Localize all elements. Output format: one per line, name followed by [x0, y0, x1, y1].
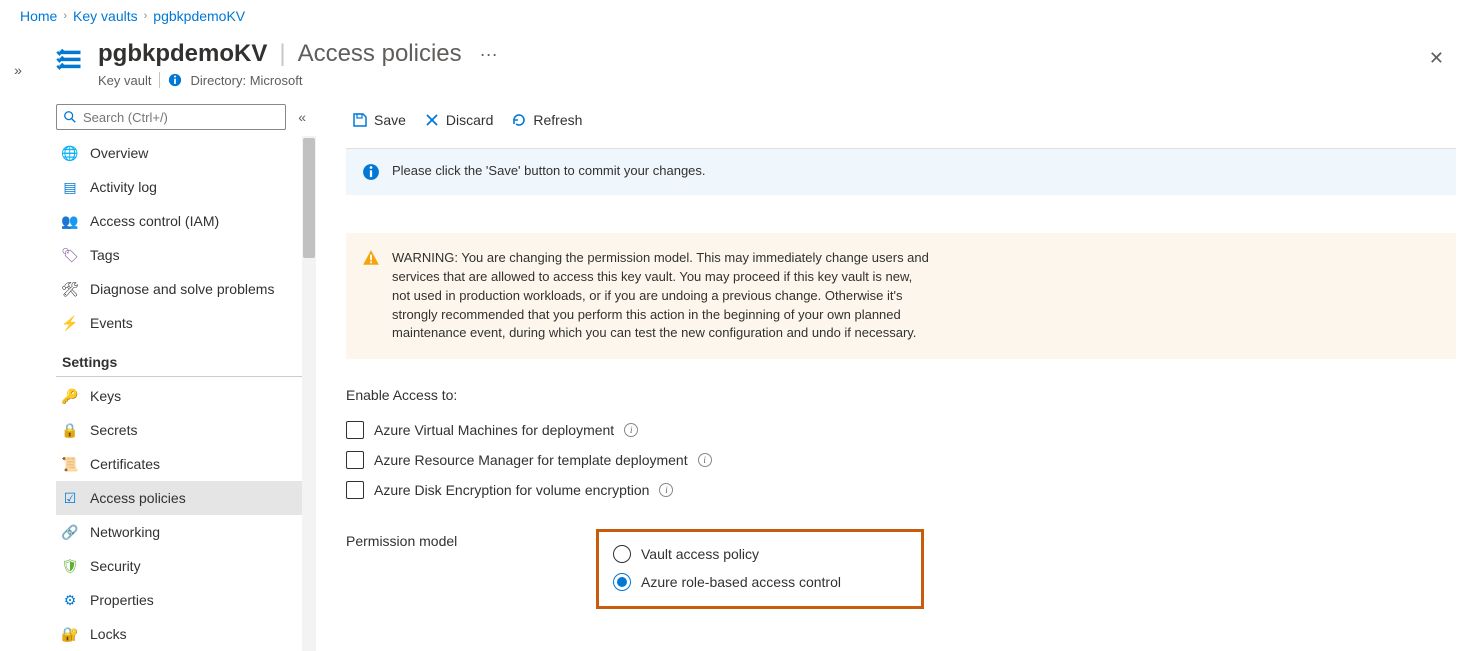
close-button[interactable]: ✕ — [1417, 40, 1456, 77]
check-disk-encrypt[interactable]: Azure Disk Encryption for volume encrypt… — [346, 475, 1456, 505]
sidebar-section-settings: Settings — [56, 340, 312, 377]
crumb-resource[interactable]: pgbkpdemoKV — [153, 8, 245, 24]
blade-title: Access policies — [298, 40, 462, 68]
policies-icon: ☑ — [62, 490, 78, 506]
secret-icon: 🔒 — [62, 422, 78, 438]
warning-text: WARNING: You are changing the permission… — [392, 249, 932, 343]
check-arm-deploy[interactable]: Azure Resource Manager for template depl… — [346, 445, 1456, 475]
info-alert-save: Please click the 'Save' button to commit… — [346, 149, 1456, 195]
expand-menu-button[interactable]: » — [14, 62, 22, 651]
radio-button[interactable] — [613, 545, 631, 563]
events-icon: ⚡ — [62, 315, 78, 331]
refresh-icon — [511, 112, 527, 128]
certificate-icon: 📜 — [62, 456, 78, 472]
more-button[interactable]: ··· — [474, 44, 504, 65]
info-alert-text: Please click the 'Save' button to commit… — [392, 163, 706, 178]
overview-icon: 🌐 — [62, 145, 78, 161]
save-icon — [352, 112, 368, 128]
radio-rbac[interactable]: Azure role-based access control — [613, 568, 841, 596]
sidebar-item-secrets[interactable]: 🔒Secrets — [56, 413, 312, 447]
lock-icon: 🔐 — [62, 626, 78, 642]
sidebar-item-access-policies[interactable]: ☑Access policies — [56, 481, 312, 515]
radio-button-selected[interactable] — [613, 573, 631, 591]
crumb-home[interactable]: Home — [20, 8, 57, 24]
sidebar-item-diagnose[interactable]: 🛠Diagnose and solve problems — [56, 272, 312, 306]
resource-type: Key vault — [98, 73, 151, 88]
people-icon: 👥 — [62, 213, 78, 229]
sidebar-item-overview[interactable]: 🌐Overview — [56, 136, 312, 170]
search-input[interactable] — [77, 110, 279, 125]
sidebar-item-events[interactable]: ⚡Events — [56, 306, 312, 340]
permission-model-label: Permission model — [346, 529, 596, 549]
sidebar-item-locks[interactable]: 🔐Locks — [56, 617, 312, 651]
chevron-right-icon: › — [144, 10, 148, 22]
diagnose-icon: 🛠 — [62, 281, 78, 297]
info-icon — [362, 163, 380, 181]
info-tooltip-icon[interactable]: i — [624, 423, 638, 437]
checkbox[interactable] — [346, 421, 364, 439]
discard-button[interactable]: Discard — [424, 112, 493, 128]
info-tooltip-icon[interactable]: i — [659, 483, 673, 497]
shield-icon: 🛡 — [62, 558, 78, 574]
search-icon — [63, 110, 77, 124]
sidebar-item-security[interactable]: 🛡Security — [56, 549, 312, 583]
scrollbar-thumb[interactable] — [303, 138, 315, 258]
key-icon: 🔑 — [62, 388, 78, 404]
radio-vault-policy[interactable]: Vault access policy — [613, 540, 841, 568]
crumb-keyvaults[interactable]: Key vaults — [73, 8, 138, 24]
sidebar-item-certificates[interactable]: 📜Certificates — [56, 447, 312, 481]
info-tooltip-icon[interactable]: i — [698, 453, 712, 467]
sidebar-item-tags[interactable]: 🏷Tags — [56, 238, 312, 272]
search-input-wrap[interactable] — [56, 104, 286, 130]
breadcrumb: Home › Key vaults › pgbkpdemoKV — [0, 0, 1476, 34]
refresh-button[interactable]: Refresh — [511, 112, 582, 128]
chevron-right-icon: › — [63, 10, 67, 22]
discard-icon — [424, 112, 440, 128]
check-vm-deploy[interactable]: Azure Virtual Machines for deployment i — [346, 415, 1456, 445]
sidebar-item-keys[interactable]: 🔑Keys — [56, 379, 312, 413]
warning-icon — [362, 249, 380, 267]
sidebar-item-activity-log[interactable]: ▤Activity log — [56, 170, 312, 204]
save-button[interactable]: Save — [352, 112, 406, 128]
properties-icon: ⚙ — [62, 592, 78, 608]
directory-label: Directory: Microsoft — [190, 73, 302, 88]
permission-model-group: Vault access policy Azure role-based acc… — [596, 529, 924, 609]
activity-log-icon: ▤ — [62, 179, 78, 195]
enable-access-label: Enable Access to: — [346, 387, 1456, 403]
sidebar-item-networking[interactable]: 🔗Networking — [56, 515, 312, 549]
resource-title: pgbkpdemoKV — [98, 40, 267, 68]
privacy-icon[interactable] — [168, 73, 182, 87]
keyvault-icon — [56, 46, 84, 74]
tag-icon: 🏷 — [62, 247, 78, 263]
sidebar-item-properties[interactable]: ⚙Properties — [56, 583, 312, 617]
sidebar-item-access-control[interactable]: 👥Access control (IAM) — [56, 204, 312, 238]
collapse-sidebar-button[interactable]: « — [294, 105, 310, 129]
networking-icon: 🔗 — [62, 524, 78, 540]
checkbox[interactable] — [346, 481, 364, 499]
warning-alert: WARNING: You are changing the permission… — [346, 233, 1456, 359]
toolbar: Save Discard Refresh — [346, 104, 1456, 136]
checkbox[interactable] — [346, 451, 364, 469]
scrollbar-track[interactable] — [302, 136, 316, 651]
